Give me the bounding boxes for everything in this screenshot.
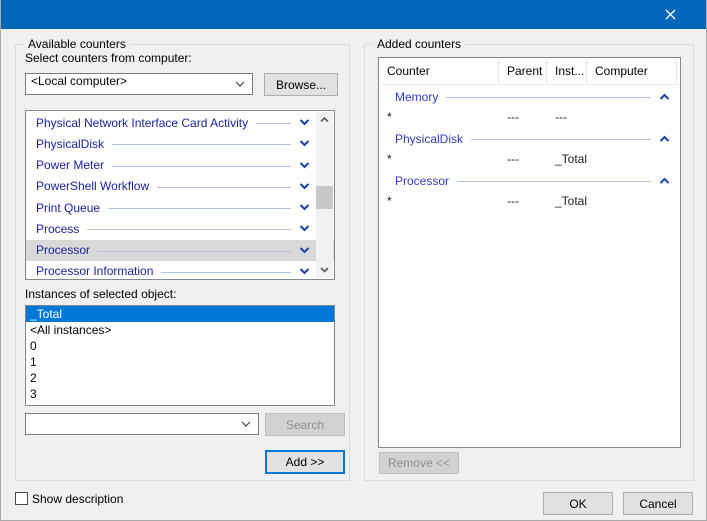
chevron-up-icon[interactable]	[659, 177, 670, 184]
browse-button[interactable]: Browse...	[264, 73, 338, 96]
counter-row[interactable]: Print Queue	[26, 197, 334, 218]
row-line	[98, 251, 291, 252]
table-row[interactable]: * --- ---	[379, 107, 680, 127]
instance-row[interactable]: 2	[26, 370, 334, 386]
add-counters-dialog: Available counters Select counters from …	[0, 0, 707, 521]
counter-row[interactable]: Processor Information	[26, 261, 334, 280]
show-description-checkbox[interactable]	[15, 492, 28, 505]
search-button[interactable]: Search	[265, 413, 345, 436]
cell-instance: ---	[547, 110, 587, 124]
group-name: PhysicalDisk	[395, 132, 463, 146]
ok-button[interactable]: OK	[543, 492, 613, 515]
chevron-down-icon[interactable]	[234, 421, 258, 427]
cell-counter: *	[379, 110, 499, 124]
row-line	[256, 123, 291, 124]
cell-instance: _Total	[547, 152, 587, 166]
instance-row[interactable]: 3	[26, 386, 334, 402]
instance-row-selected[interactable]: _Total	[26, 306, 334, 322]
chevron-down-icon[interactable]	[299, 204, 310, 211]
counter-name: Print Queue	[36, 201, 100, 215]
counter-group-row[interactable]: Memory	[379, 86, 680, 107]
counter-row[interactable]: Process	[26, 218, 334, 239]
table-row[interactable]: * --- _Total	[379, 191, 680, 211]
chevron-up-icon[interactable]	[659, 135, 670, 142]
row-line	[157, 187, 291, 188]
close-icon	[665, 9, 676, 20]
row-line	[457, 181, 651, 182]
added-counters-label: Added counters	[373, 37, 465, 51]
row-line	[471, 139, 651, 140]
remove-button[interactable]: Remove <<	[379, 452, 459, 474]
counter-name: Process	[36, 222, 79, 236]
scrollbar-thumb[interactable]	[316, 186, 333, 209]
scroll-up-icon[interactable]	[316, 112, 333, 128]
instance-row[interactable]: 0	[26, 338, 334, 354]
row-line	[87, 229, 291, 230]
counter-name: Power Meter	[36, 158, 104, 172]
scrollbar[interactable]	[316, 112, 333, 278]
cell-counter: *	[379, 194, 499, 208]
counter-group-row[interactable]: Processor	[379, 170, 680, 191]
row-line	[112, 144, 291, 145]
header-computer[interactable]: Computer	[587, 60, 677, 83]
counter-name: Physical Network Interface Card Activity	[36, 116, 248, 130]
row-line	[446, 97, 651, 98]
header-parent[interactable]: Parent	[499, 60, 547, 83]
counter-row[interactable]: PowerShell Workflow	[26, 176, 334, 197]
instances-list: _Total <All instances> 0 1 2 3	[25, 305, 335, 406]
instances-label: Instances of selected object:	[25, 287, 176, 301]
computer-combobox[interactable]: <Local computer>	[25, 73, 253, 95]
scroll-down-icon[interactable]	[316, 262, 333, 278]
table-header: Counter Parent Inst... Computer	[379, 58, 680, 85]
counter-name: PhysicalDisk	[36, 137, 104, 151]
chevron-down-icon[interactable]	[299, 119, 310, 126]
chevron-down-icon[interactable]	[299, 225, 310, 232]
header-instance[interactable]: Inst...	[547, 60, 587, 83]
group-name: Memory	[395, 90, 438, 104]
header-filler	[677, 60, 680, 83]
available-counters-label: Available counters	[24, 37, 130, 51]
chevron-down-icon[interactable]	[228, 81, 252, 87]
group-name: Processor	[395, 174, 449, 188]
chevron-up-icon[interactable]	[659, 93, 670, 100]
select-computer-label: Select counters from computer:	[25, 51, 192, 65]
cell-instance: _Total	[547, 194, 587, 208]
cell-parent: ---	[499, 110, 547, 124]
counters-list: Physical Network Interface Card Activity…	[25, 110, 335, 280]
search-combobox[interactable]	[25, 413, 259, 435]
chevron-down-icon[interactable]	[299, 140, 310, 147]
added-counters-table: Counter Parent Inst... Computer Memory *…	[378, 57, 681, 448]
cancel-button[interactable]: Cancel	[623, 492, 693, 515]
counter-name: PowerShell Workflow	[36, 179, 149, 193]
table-row[interactable]: * --- _Total	[379, 149, 680, 169]
row-line	[161, 272, 291, 273]
counter-row[interactable]: PhysicalDisk	[26, 133, 334, 154]
chevron-down-icon[interactable]	[299, 268, 310, 275]
counter-row[interactable]: Physical Network Interface Card Activity	[26, 112, 334, 133]
cell-parent: ---	[499, 194, 547, 208]
instance-row[interactable]: <All instances>	[26, 322, 334, 338]
chevron-down-icon[interactable]	[299, 162, 310, 169]
close-button[interactable]	[647, 0, 693, 29]
counter-row[interactable]: Power Meter	[26, 155, 334, 176]
show-description-label: Show description	[32, 492, 123, 506]
cell-counter: *	[379, 152, 499, 166]
title-bar	[0, 0, 707, 29]
chevron-down-icon[interactable]	[299, 183, 310, 190]
computer-combobox-value: <Local computer>	[26, 74, 228, 94]
search-input[interactable]	[26, 414, 234, 434]
counter-group-row[interactable]: PhysicalDisk	[379, 128, 680, 149]
counter-name: Processor Information	[36, 264, 153, 278]
header-counter[interactable]: Counter	[379, 60, 499, 83]
add-button[interactable]: Add >>	[265, 450, 345, 474]
counter-row-selected[interactable]: Processor	[26, 240, 334, 261]
row-line	[108, 208, 291, 209]
cell-parent: ---	[499, 152, 547, 166]
chevron-down-icon[interactable]	[299, 247, 310, 254]
instance-row[interactable]: 1	[26, 354, 334, 370]
row-line	[112, 166, 291, 167]
counter-name: Processor	[36, 243, 90, 257]
